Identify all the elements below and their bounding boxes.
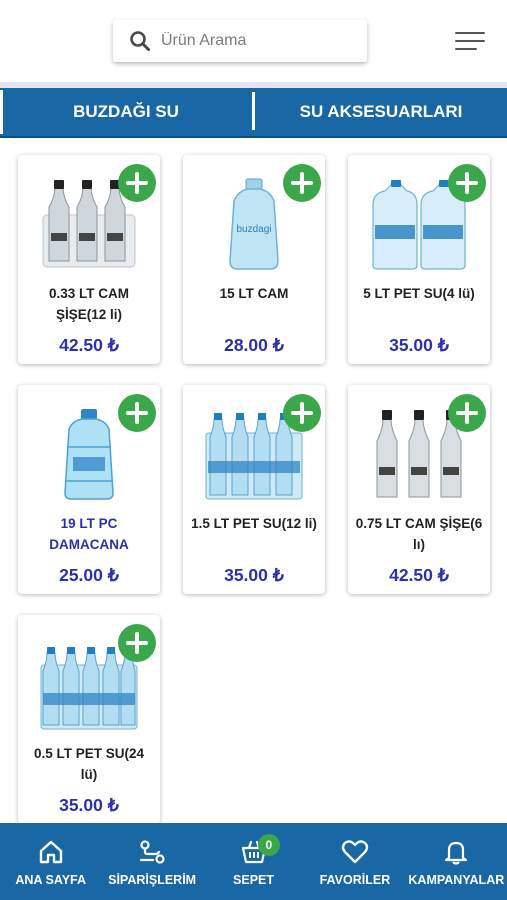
nav-orders[interactable]: SİPARİŞLERİM [101, 823, 202, 900]
nav-label: FAVORİLER [319, 873, 391, 887]
add-to-cart-button[interactable] [118, 164, 156, 202]
product-price: 25.00 ₺ [59, 565, 119, 585]
nav-home[interactable]: ANA SAYFA [0, 823, 101, 900]
add-to-cart-button[interactable] [118, 624, 156, 662]
product-price: 28.00 ₺ [224, 335, 284, 355]
app-root: BUZDAĞI SU SU AKSESUARLARI 0.33 LT CAM Ş… [0, 0, 507, 900]
product-name: 19 LT PC DAMACANA [49, 516, 129, 552]
search-input[interactable] [161, 32, 351, 50]
product-name: 0.5 LT PET SU(24 lü) [33, 746, 145, 782]
product-card[interactable]: 19 LT PC DAMACANA 25.00 ₺ [18, 385, 160, 594]
nav-label: SİPARİŞLERİM [108, 873, 197, 887]
tab-su-aksesuarlari[interactable]: SU AKSESUARLARI [255, 88, 507, 136]
home-icon [35, 837, 67, 867]
bottom-nav: ANA SAYFA SİPARİŞLERİM 0 SEPET FAVORİLER [0, 823, 507, 900]
product-name: 0.33 LT CAM ŞİŞE(12 li) [48, 286, 129, 322]
nav-favorites[interactable]: FAVORİLER [304, 823, 405, 900]
product-card[interactable]: 1.5 LT PET SU(12 li) 35.00 ₺ [183, 385, 325, 594]
add-to-cart-button[interactable] [448, 394, 486, 432]
product-price: 35.00 ₺ [59, 795, 119, 815]
product-card[interactable]: 5 LT PET SU(4 lü) 35.00 ₺ [348, 155, 490, 364]
category-tabs: BUZDAĞI SU SU AKSESUARLARI [0, 88, 507, 138]
add-to-cart-button[interactable] [283, 394, 321, 432]
search-icon [127, 28, 153, 54]
tab-buzdagi-su[interactable]: BUZDAĞI SU [0, 88, 252, 136]
add-to-cart-button[interactable] [448, 164, 486, 202]
nav-label: KAMPANYALAR [408, 873, 505, 887]
heart-icon [339, 837, 371, 867]
product-name: 5 LT PET SU(4 lü) [363, 286, 475, 301]
product-price: 35.00 ₺ [389, 335, 449, 355]
svg-text:buzdagi: buzdagi [236, 224, 271, 235]
product-name: 15 LT CAM [219, 286, 289, 301]
route-icon [136, 837, 168, 867]
add-to-cart-button[interactable] [283, 164, 321, 202]
product-card[interactable]: 0.75 LT CAM ŞİŞE(6 lı) 42.50 ₺ [348, 385, 490, 594]
product-card[interactable]: 0.5 LT PET SU(24 lü) 35.00 ₺ [18, 615, 160, 824]
nav-label: ANA SAYFA [15, 873, 87, 887]
product-card[interactable]: 0.33 LT CAM ŞİŞE(12 li) 42.50 ₺ [18, 155, 160, 364]
nav-label: SEPET [233, 873, 275, 887]
nav-campaigns[interactable]: KAMPANYALAR [406, 823, 507, 900]
product-price: 42.50 ₺ [59, 335, 119, 355]
add-to-cart-button[interactable] [118, 394, 156, 432]
search-box[interactable] [113, 20, 367, 62]
nav-cart[interactable]: 0 SEPET [203, 823, 304, 900]
product-card[interactable]: buzdagi 15 LT CAM 28.00 ₺ [183, 155, 325, 364]
product-price: 42.50 ₺ [389, 565, 449, 585]
cart-count-badge: 0 [257, 834, 280, 856]
header [0, 0, 507, 82]
product-name: 0.75 LT CAM ŞİŞE(6 lı) [355, 516, 483, 552]
bell-icon [440, 837, 472, 867]
product-price: 35.00 ₺ [224, 565, 284, 585]
menu-icon[interactable] [455, 30, 487, 54]
product-name: 1.5 LT PET SU(12 li) [191, 516, 317, 531]
